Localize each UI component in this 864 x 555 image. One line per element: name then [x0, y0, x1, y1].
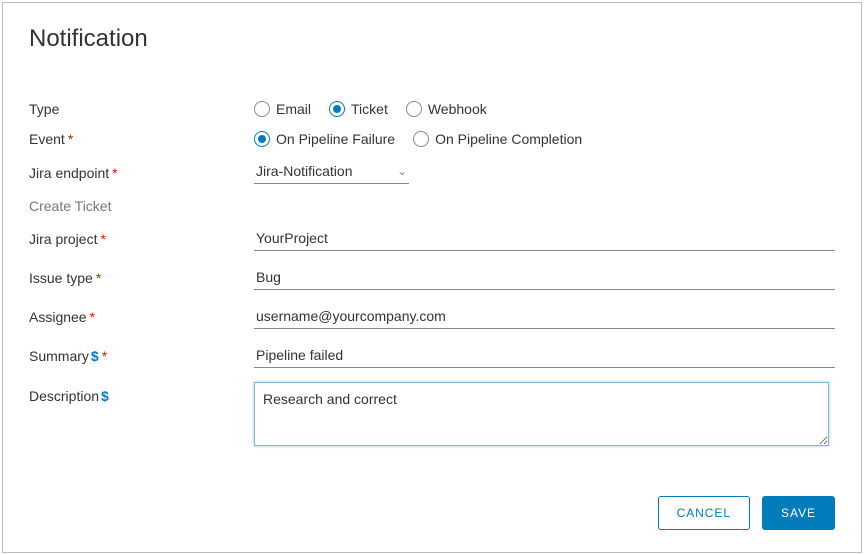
type-email-radio[interactable]: Email	[254, 101, 311, 117]
notification-panel: Notification Type Email Ticket Webhook	[2, 2, 862, 553]
type-webhook-radio[interactable]: Webhook	[406, 101, 487, 117]
radio-icon	[254, 131, 270, 147]
jira-endpoint-select[interactable]: Jira-Notification ⌄	[254, 161, 409, 184]
radio-label: Webhook	[428, 101, 487, 117]
type-label: Type	[29, 101, 254, 117]
select-value: Jira-Notification	[256, 163, 352, 179]
radio-icon	[406, 101, 422, 117]
summary-row: Summary$*	[29, 343, 835, 368]
event-failure-radio[interactable]: On Pipeline Failure	[254, 131, 395, 147]
jira-project-label: Jira project*	[29, 231, 254, 247]
description-label: Description$	[29, 382, 254, 404]
event-radio-group: On Pipeline Failure On Pipeline Completi…	[254, 131, 835, 147]
type-radio-group: Email Ticket Webhook	[254, 101, 835, 117]
variable-icon: $	[101, 388, 109, 404]
radio-label: On Pipeline Failure	[276, 131, 395, 147]
cancel-button[interactable]: Cancel	[658, 496, 750, 530]
event-row: Event* On Pipeline Failure On Pipeline C…	[29, 131, 835, 147]
event-label: Event*	[29, 131, 254, 147]
save-button[interactable]: Save	[762, 496, 835, 530]
description-row: Description$	[29, 382, 835, 449]
radio-label: Ticket	[351, 101, 388, 117]
radio-label: On Pipeline Completion	[435, 131, 582, 147]
radio-icon	[329, 101, 345, 117]
issue-type-label: Issue type*	[29, 270, 254, 286]
create-ticket-header: Create Ticket	[29, 198, 835, 214]
radio-icon	[413, 131, 429, 147]
chevron-down-icon: ⌄	[397, 164, 407, 178]
issue-type-input[interactable]	[254, 265, 835, 290]
issue-type-row: Issue type*	[29, 265, 835, 290]
summary-label: Summary$*	[29, 348, 254, 364]
event-completion-radio[interactable]: On Pipeline Completion	[413, 131, 582, 147]
page-title: Notification	[29, 25, 835, 53]
jira-endpoint-row: Jira endpoint* Jira-Notification ⌄	[29, 161, 835, 184]
assignee-label: Assignee*	[29, 309, 254, 325]
variable-icon: $	[91, 348, 99, 364]
jira-endpoint-label: Jira endpoint*	[29, 165, 254, 181]
jira-project-input[interactable]	[254, 226, 835, 251]
type-row: Type Email Ticket Webhook	[29, 101, 835, 117]
description-textarea[interactable]	[254, 382, 829, 446]
summary-input[interactable]	[254, 343, 835, 368]
jira-project-row: Jira project*	[29, 226, 835, 251]
button-row: Cancel Save	[658, 496, 835, 530]
radio-icon	[254, 101, 270, 117]
assignee-row: Assignee*	[29, 304, 835, 329]
type-ticket-radio[interactable]: Ticket	[329, 101, 388, 117]
assignee-input[interactable]	[254, 304, 835, 329]
radio-label: Email	[276, 101, 311, 117]
